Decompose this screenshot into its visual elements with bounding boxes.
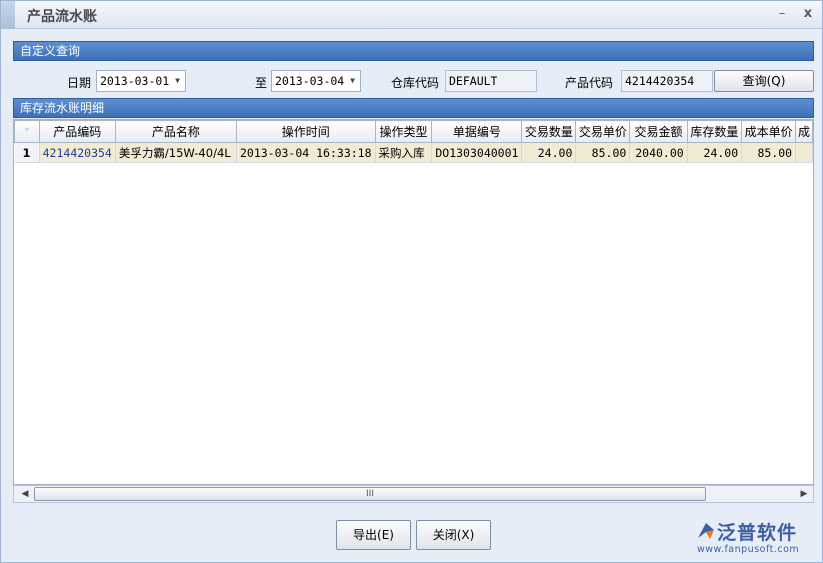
logo-mark-icon [698,523,714,539]
ledger-grid[interactable]: * 产品编码 产品名称 操作时间 操作类型 单据编号 交易数量 交易单价 交易金… [13,119,814,485]
column-header-operation-type[interactable]: 操作类型 [374,120,433,143]
window-title: 产品流水账 [27,9,97,25]
scroll-left-icon[interactable]: ◀ [16,486,34,502]
export-button[interactable]: 导出(E) [336,520,411,550]
brand-logo: 泛普软件 www.fanpusoft.com [695,518,819,558]
header-row: * 产品编码 产品名称 操作时间 操作类型 单据编号 交易数量 交易单价 交易金… [14,120,813,143]
cell-document-number: DO1303040001 [431,142,523,163]
column-header-document-number[interactable]: 单据编号 [431,120,523,143]
column-header-unit-price[interactable]: 交易单价 [575,120,631,143]
chevron-down-icon[interactable]: ▼ [175,71,180,91]
to-label: 至 [255,76,268,90]
column-header-quantity[interactable]: 交易数量 [521,120,577,143]
query-button[interactable]: 查询(Q) [714,70,814,92]
scroll-right-icon[interactable]: ▶ [795,486,813,502]
column-header-product-name[interactable]: 产品名称 [114,120,237,143]
date-from-value: 2013-03-01 [100,74,170,88]
horizontal-scrollbar[interactable]: ◀ III ▶ [13,485,814,503]
chevron-down-icon[interactable]: ▼ [350,71,355,91]
cell-amount: 2040.00 [629,142,688,163]
cell-operation-type: 采购入库 [375,142,433,163]
scrollbar-thumb[interactable]: III [34,487,706,501]
cell-unit-price: 85.00 [575,142,631,163]
row-number: 1 [14,142,40,163]
detail-section-header: 库存流水账明细 [13,98,814,118]
cell-stock-quantity: 24.00 [687,142,743,163]
date-to-picker[interactable]: 2013-03-04 ▼ [271,70,361,92]
cell-truncated [795,142,813,163]
warehouse-field[interactable]: DEFAULT [445,70,537,92]
product-code-label: 产品代码 [565,76,614,90]
column-header-cost-price[interactable]: 成本单价 [741,120,797,143]
cell-operation-time: 2013-03-04 16:33:18 [236,142,376,163]
table-row[interactable]: 1 4214420354 美孚力霸/15W-40/4L 2013-03-04 1… [14,142,813,163]
close-window-button[interactable]: x [799,5,817,23]
cell-product-name: 美孚力霸/15W-40/4L [115,142,237,163]
cell-cost-price: 85.00 [741,142,797,163]
logo-url: www.fanpusoft.com [697,544,800,555]
column-header-amount[interactable]: 交易金额 [629,120,688,143]
column-header-product-code[interactable]: 产品编码 [38,120,116,143]
title-accent [1,1,15,29]
main-window: 产品流水账 – x 自定义查询 日期 2013-03-01 ▼ 至 2013-0… [0,0,823,563]
close-button[interactable]: 关闭(X) [416,520,491,550]
minimize-button[interactable]: – [773,5,791,23]
column-header-stock-quantity[interactable]: 库存数量 [686,120,743,143]
logo-name: 泛普软件 [717,522,798,544]
product-code-field[interactable]: 4214420354 [621,70,713,92]
title-bar[interactable]: 产品流水账 – x [1,1,822,29]
warehouse-label: 仓库代码 [391,76,440,90]
grip-icon: III [366,489,374,499]
ledger-table: * 产品编码 产品名称 操作时间 操作类型 单据编号 交易数量 交易单价 交易金… [14,120,813,163]
select-all-corner[interactable]: * [14,120,40,143]
date-to-value: 2013-03-04 [275,74,345,88]
column-header-operation-time[interactable]: 操作时间 [235,120,376,143]
date-label: 日期 [67,76,92,90]
cell-quantity: 24.00 [521,142,577,163]
column-header-truncated[interactable]: 成 [795,120,813,143]
date-from-picker[interactable]: 2013-03-01 ▼ [96,70,186,92]
cell-product-code[interactable]: 4214420354 [39,142,116,163]
query-section-header: 自定义查询 [13,41,814,61]
